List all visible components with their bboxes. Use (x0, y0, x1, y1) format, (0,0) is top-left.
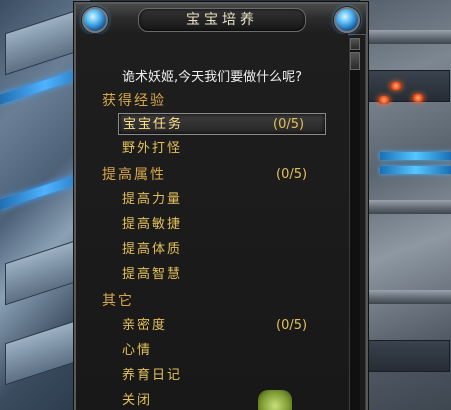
background-right-scenery (360, 0, 451, 410)
menu-item-label: 亲密度 (122, 318, 168, 333)
window-titlebar[interactable]: 宝宝培养 (76, 4, 366, 35)
menu-item-improve-constitution[interactable]: 提高体质 (122, 239, 182, 261)
intimacy-progress-count: (0/5) (276, 318, 308, 333)
menu-item-label: 提高力量 (122, 192, 183, 207)
blue-gem-icon (334, 7, 360, 33)
menu-item-label: 心情 (122, 343, 153, 358)
menu-item-label: 提高敏捷 (122, 217, 183, 232)
blue-gem-icon (82, 7, 108, 33)
menu-item-mood[interactable]: 心情 (122, 340, 152, 362)
attribute-progress-count: (0/5) (276, 167, 308, 182)
game-scene: 宝宝培养 诡术妖姬,今天我们要做什么呢? 获得经验 宝宝任务 (0/5) 野外打… (0, 0, 451, 410)
menu-item-label: 关闭 (122, 393, 153, 408)
baby-training-window[interactable]: 宝宝培养 诡术妖姬,今天我们要做什么呢? 获得经验 宝宝任务 (0/5) 野外打… (74, 2, 368, 410)
title-plate: 宝宝培养 (138, 8, 306, 32)
vertical-scrollbar[interactable] (349, 38, 360, 410)
menu-item-improve-strength[interactable]: 提高力量 (122, 189, 182, 211)
menu-item-baby-quest[interactable]: 宝宝任务 (0/5) (118, 113, 326, 135)
window-title: 宝宝培养 (186, 12, 258, 28)
quest-progress-count: (0/5) (273, 117, 305, 132)
menu-item-label: 宝宝任务 (123, 117, 184, 132)
section-label: 获得经验 (102, 93, 166, 109)
menu-item-label: 提高体质 (122, 242, 183, 257)
section-label: 提高属性 (102, 167, 166, 183)
corner-ornament-icon (258, 390, 292, 410)
menu-item-label: 野外打怪 (122, 141, 183, 156)
menu-item-nurture-diary[interactable]: 养育日记 (122, 365, 182, 387)
section-improve-attributes: 提高属性 (0/5) (102, 164, 322, 186)
dialog-content: 诡术妖姬,今天我们要做什么呢? 获得经验 宝宝任务 (0/5) 野外打怪 提高属… (76, 34, 348, 410)
section-other: 其它 (102, 290, 134, 312)
npc-greeting: 诡术妖姬,今天我们要做什么呢? (122, 70, 303, 85)
menu-item-intimacy[interactable]: 亲密度 (0/5) (122, 315, 322, 337)
menu-item-improve-agility[interactable]: 提高敏捷 (122, 214, 182, 236)
section-gain-experience: 获得经验 (102, 90, 166, 112)
menu-item-field-hunting[interactable]: 野外打怪 (122, 138, 182, 160)
section-label: 其它 (102, 293, 134, 309)
menu-item-close[interactable]: 关闭 (122, 390, 152, 410)
scroll-up-arrow-icon[interactable] (350, 38, 360, 50)
menu-item-improve-wisdom[interactable]: 提高智慧 (122, 264, 182, 286)
menu-item-label: 养育日记 (122, 368, 183, 383)
menu-item-label: 提高智慧 (122, 267, 183, 282)
scroll-thumb[interactable] (350, 52, 360, 70)
